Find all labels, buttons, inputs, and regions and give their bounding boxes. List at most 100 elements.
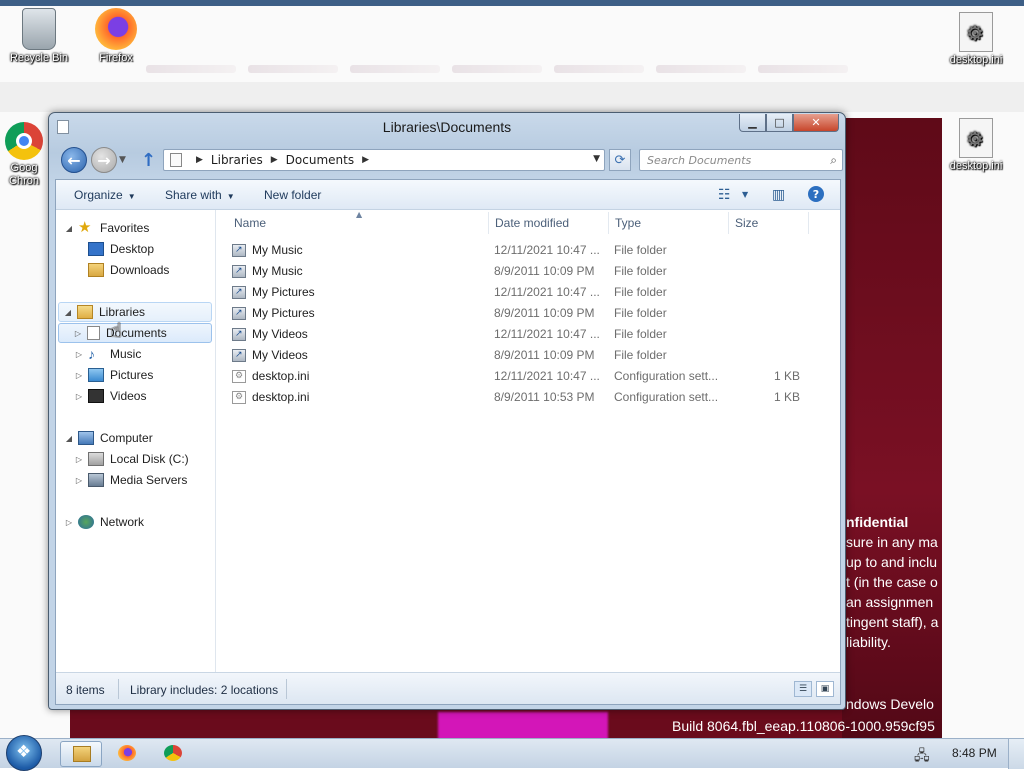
file-row[interactable]: My Videos 12/11/2021 10:47 ... File fold… [230,324,810,345]
maximize-button[interactable]: □ [766,114,793,132]
tree-item-favorites[interactable]: ◢ ★ Favorites [64,218,149,238]
expand-arrow-icon[interactable]: ▷ [64,518,74,527]
tree-label: Desktop [110,242,155,256]
chevron-down-icon: ▼ [127,192,136,201]
start-button[interactable] [6,735,42,771]
desktop-icon-desktop-ini[interactable]: desktop.ini [940,118,1012,172]
search-input[interactable]: Search Documents ⌕ [639,149,843,171]
ini-file-icon [232,391,246,404]
show-desktop-button[interactable] [1008,739,1024,769]
file-row[interactable]: My Videos 8/9/2011 10:09 PM File folder [230,345,810,366]
expand-arrow-icon[interactable]: ▷ [74,455,84,464]
preview-pane-button[interactable]: ▥ [772,187,785,203]
refresh-button[interactable]: ⟳ [609,149,631,171]
tree-item-desktop[interactable]: Desktop [74,239,154,259]
tree-item-documents[interactable]: ▷ Documents [58,323,212,343]
up-button[interactable]: ↑ [141,150,156,171]
status-divider [118,679,119,699]
collapse-arrow-icon[interactable]: ◢ [63,308,73,317]
column-divider[interactable] [608,212,609,234]
file-row[interactable]: desktop.ini 8/9/2011 10:53 PM Configurat… [230,387,810,408]
desktop-icon-label: Goog Chron [9,162,39,187]
tree-item-computer[interactable]: ◢ Computer [64,428,153,448]
address-bar[interactable]: ▶ Libraries ▶ Documents ▶ ▼ [163,149,605,171]
desktop-icon-firefox[interactable]: Firefox [80,8,152,64]
collapse-arrow-icon[interactable]: ◢ [64,224,74,233]
file-row[interactable]: My Music 12/11/2021 10:47 ... File folde… [230,240,810,261]
change-view-button[interactable]: ☷ [718,187,731,203]
desktop-icon-chrome[interactable]: Goog Chron [0,122,48,188]
chevron-right-icon[interactable]: ▶ [271,155,278,165]
column-type[interactable]: Type [615,216,641,230]
file-name: My Pictures [252,285,315,299]
chevron-down-icon: ▼ [593,154,600,164]
file-type: Configuration sett... [614,369,719,383]
share-with-menu[interactable]: Share with ▼ [165,188,235,202]
breadcrumb-documents[interactable]: Documents [286,153,354,167]
firefox-icon [118,745,136,761]
breadcrumb-libraries[interactable]: Libraries [211,153,263,167]
background-band [0,82,1024,112]
share-with-label: Share with [165,188,222,202]
column-date-modified[interactable]: Date modified [495,216,569,230]
column-divider[interactable] [488,212,489,234]
confidential-line: tingent staff), a [846,614,939,630]
view-options-dropdown[interactable]: ▼ [742,190,748,199]
explorer-window[interactable]: Libraries\Documents ▁ □ ✕ ← → ▼ ↑ ▶ Libr… [48,112,846,710]
title-bar[interactable]: Libraries\Documents ▁ □ ✕ [49,113,845,141]
expand-arrow-icon[interactable]: ▷ [74,392,84,401]
expand-arrow-icon[interactable]: ▷ [74,350,84,359]
file-row[interactable]: My Pictures 12/11/2021 10:47 ... File fo… [230,282,810,303]
tree-item-pictures[interactable]: ▷ Pictures [74,365,153,385]
desktop-icon-recycle-bin[interactable]: Recycle Bin [3,8,75,64]
taskbar-firefox-button[interactable] [106,741,148,767]
collapse-arrow-icon[interactable]: ◢ [64,434,74,443]
forward-button[interactable]: → [91,147,117,173]
tree-item-libraries[interactable]: ◢ Libraries [58,302,212,322]
file-row[interactable]: My Music 8/9/2011 10:09 PM File folder [230,261,810,282]
arrow-up-icon: ↑ [141,150,157,171]
large-icons-view-button[interactable]: ▣ [816,681,834,697]
column-divider[interactable] [728,212,729,234]
chevron-right-icon[interactable]: ▶ [196,155,203,165]
search-icon[interactable]: ⌕ [830,153,837,168]
tree-item-music[interactable]: ▷ ♪ Music [74,344,141,364]
file-size: 1 KB [773,369,800,383]
file-row[interactable]: My Pictures 8/9/2011 10:09 PM File folde… [230,303,810,324]
tree-item-network[interactable]: ▷ Network [64,512,144,532]
file-name: My Pictures [252,306,315,320]
organize-menu[interactable]: Organize ▼ [74,188,136,202]
file-list[interactable]: ▲ Name Date modified Type Size My Music … [216,210,840,672]
taskbar-chrome-button[interactable] [152,741,194,767]
column-divider[interactable] [808,212,809,234]
details-view-button[interactable]: ☰ [794,681,812,697]
system-clock[interactable]: 8:48 PM [952,746,997,760]
column-size[interactable]: Size [735,216,758,230]
taskbar-explorer-button[interactable] [60,741,102,767]
address-history-dropdown[interactable]: ▼ [593,154,600,164]
expand-arrow-icon[interactable]: ▷ [74,371,84,380]
navigation-pane[interactable]: ◢ ★ Favorites Desktop Downloads ◢ Librar… [56,210,216,672]
tree-item-media-servers[interactable]: ▷ Media Servers [74,470,187,490]
expand-arrow-icon[interactable]: ▷ [74,476,84,485]
network-tray-icon[interactable]: 🖧 [914,745,930,769]
tree-item-downloads[interactable]: Downloads [74,260,169,280]
recent-pages-dropdown[interactable]: ▼ [119,155,126,165]
expand-arrow-icon[interactable]: ▷ [73,329,83,338]
file-row[interactable]: desktop.ini 12/11/2021 10:47 ... Configu… [230,366,810,387]
new-folder-button[interactable]: New folder [264,188,321,202]
close-button[interactable]: ✕ [793,114,839,132]
status-library-info: Library includes: 2 locations [130,683,279,697]
tree-item-videos[interactable]: ▷ Videos [74,386,146,406]
view-details-icon: ☷ [718,187,731,203]
file-name: desktop.ini [252,369,310,383]
minimize-button[interactable]: ▁ [739,114,766,132]
chevron-right-icon[interactable]: ▶ [362,155,369,165]
tree-item-local-disk[interactable]: ▷ Local Disk (C:) [74,449,189,469]
column-name[interactable]: Name [234,216,266,230]
desktop-icon-desktop-ini[interactable]: desktop.ini [940,12,1012,66]
help-button[interactable]: ? [808,186,824,202]
back-button[interactable]: ← [61,147,87,173]
refresh-icon: ⟳ [614,152,626,168]
window-title: Libraries\Documents [382,119,512,135]
